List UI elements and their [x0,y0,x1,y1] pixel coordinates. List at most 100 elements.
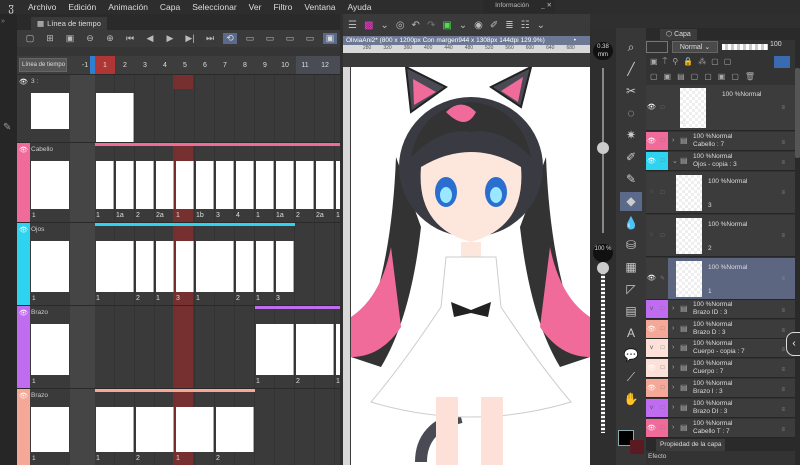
menu-ventana[interactable]: Ventana [298,2,341,12]
frame-cell[interactable] [256,241,274,292]
lasso-icon[interactable]: ◌ [620,104,642,123]
layer-menu-icon[interactable]: ≡ [781,140,785,146]
layer-menu-icon[interactable]: ≡ [781,105,785,111]
layer-row[interactable]: 👁 □ › ▤ 100 %Normal Brazo D : 3 ≡ [646,320,795,339]
frame-cell[interactable] [256,324,294,375]
frame-cell[interactable] [136,241,154,292]
undo-icon[interactable]: ↶ [412,20,420,31]
frame-cell[interactable] [96,241,134,292]
frame-cell[interactable] [236,241,254,292]
hand-icon[interactable]: ✋ [620,390,642,409]
next-frame-icon[interactable]: ▶| [183,33,197,44]
new-timeline-icon[interactable]: ▢ [23,33,37,44]
track-header[interactable]: 👁 Brazo 1 [17,389,70,465]
frame-cell[interactable] [176,161,194,209]
frame-cell[interactable] [156,241,174,292]
frame-number[interactable]: 3 [135,62,155,69]
search-icon[interactable]: ◉ [474,20,483,31]
layer-visibility-toggle[interactable]: ˅ [646,399,657,417]
chevron-right-icon[interactable]: › [672,404,674,411]
redo-icon[interactable]: ↷ [427,20,435,31]
prev-frame-icon[interactable]: ◀ [143,33,157,44]
animation-icon[interactable]: ▩ [364,20,373,31]
layer-tool-row[interactable]: ▣⍑⚲🔒⁂▢▢ [650,57,790,67]
track-header[interactable]: 👁 3 : [17,75,70,142]
layer-visibility-toggle[interactable]: 👁 [646,152,657,170]
correction-icon[interactable]: ⟋ [620,368,642,387]
color-select[interactable] [646,41,668,53]
layer-row[interactable]: 👁 □ 100 %Normal 3 ≡ [646,85,795,131]
opacity-slider[interactable] [722,44,768,50]
layer-visibility-toggle[interactable]: 👁 [646,320,657,338]
layer-visibility-toggle[interactable]: ˅ [646,339,657,357]
layer-checkbox[interactable]: □ [657,152,668,170]
frame-cell[interactable] [136,407,174,452]
frame-cell[interactable] [336,324,340,375]
layer-row[interactable]: 👁 □ › ▤ 100 %Normal Cabello T : 7 ≡ [646,419,795,438]
menu-seleccionar[interactable]: Seleccionar [186,2,242,12]
brush-opacity-slider[interactable] [601,268,605,433]
layer-settings-icon[interactable]: ≣ [505,20,513,31]
frame-cell[interactable] [296,161,314,209]
eyedropper-icon[interactable]: ✐ [490,20,498,31]
selection-icon[interactable]: ▣ [442,20,451,31]
menu-ver[interactable]: Ver [243,2,268,12]
layer-row[interactable]: 👁 □ › ▤ 100 %Normal Cuerpo : 7 ≡ [646,359,795,378]
layer-checkbox[interactable]: □ [657,320,668,338]
timeline-selector[interactable]: Línea de tiempo ⌄ [19,58,67,72]
chevron-right-icon[interactable]: › [672,137,674,144]
cel-assign-icon[interactable]: ▭ [283,33,297,44]
play-icon[interactable]: ▶ [163,33,177,44]
app-logo-icon[interactable]: ჳ [0,1,22,14]
frame-number[interactable]: 7 [215,62,235,69]
layer-row[interactable]: ˅ □ 100 %Normal 2 ≡ [646,215,795,257]
frame-cell[interactable] [96,407,134,452]
frame-cell[interactable] [216,407,254,452]
track-header[interactable]: 👁 Brazo 1 [17,306,70,388]
layer-menu-icon[interactable]: ≡ [781,427,785,433]
pen-icon[interactable]: ✎ [620,170,642,189]
view-icon[interactable]: ◎ [396,20,405,31]
frame-cell[interactable] [276,241,294,292]
eye-icon[interactable]: 👁 [19,78,28,86]
frame-cell[interactable] [196,241,234,292]
eyedropper-icon[interactable]: ✐ [620,148,642,167]
frame-cell[interactable] [216,161,234,209]
chevron-down-icon[interactable]: ⌄ [672,157,678,165]
frame-number[interactable]: 5 [175,62,195,69]
layer-visibility-toggle[interactable]: 👁 [646,258,657,299]
track-range-bar[interactable] [95,389,255,392]
tab-layer[interactable]: ⬡ Capa [660,29,697,40]
layer-scrollbar[interactable] [795,28,800,465]
frame-cell[interactable] [96,93,134,142]
layer-menu-icon[interactable]: ≡ [781,160,785,166]
chevron-right-icon[interactable]: › [672,364,674,371]
layer-visibility-toggle[interactable]: 👁 [646,132,657,150]
frame-number[interactable]: 12 [315,62,335,69]
layer-visibility-toggle[interactable]: 👁 [646,419,657,437]
menu-ayuda[interactable]: Ayuda [342,2,378,12]
frame-number[interactable]: 10 [275,62,295,69]
frame-number[interactable]: 9 [255,62,275,69]
layer-checkbox[interactable]: □ [657,419,668,437]
menu-edición[interactable]: Edición [62,2,102,12]
layer-row[interactable]: ˅ □ 100 %Normal 3 ≡ [646,172,795,214]
cel-copy-icon[interactable]: ▭ [303,33,317,44]
layer-menu-icon[interactable]: ≡ [781,328,785,334]
track-range-bar[interactable] [95,223,295,226]
line-icon[interactable]: ╱ [620,60,642,79]
layer-menu-icon[interactable]: ≡ [781,367,785,373]
frame-cell[interactable] [176,407,214,452]
track-header[interactable]: 👁 Cabello 1 [17,143,70,222]
layer-checkbox[interactable]: □ [657,300,668,318]
layer-row[interactable]: ˅ □ › ▤ 100 %Normal Brazo ID : 3 ≡ [646,300,795,319]
chevron-down-icon[interactable]: ⌄ [380,20,388,31]
layer-row[interactable]: ˅ □ › ▤ 100 %Normal Brazo DI : 3 ≡ [646,399,795,418]
collapse-panel-button[interactable]: ‹ [786,332,800,356]
layer-checkbox[interactable]: □ [657,85,668,130]
tab-timeline[interactable]: ▦ Línea de tiempo [31,17,107,30]
frame-cell[interactable] [116,161,134,209]
chevron-right-icon[interactable]: › [672,325,674,332]
layer-menu-icon[interactable]: ≡ [781,347,785,353]
light-table-icon[interactable]: ▣ [323,33,337,44]
